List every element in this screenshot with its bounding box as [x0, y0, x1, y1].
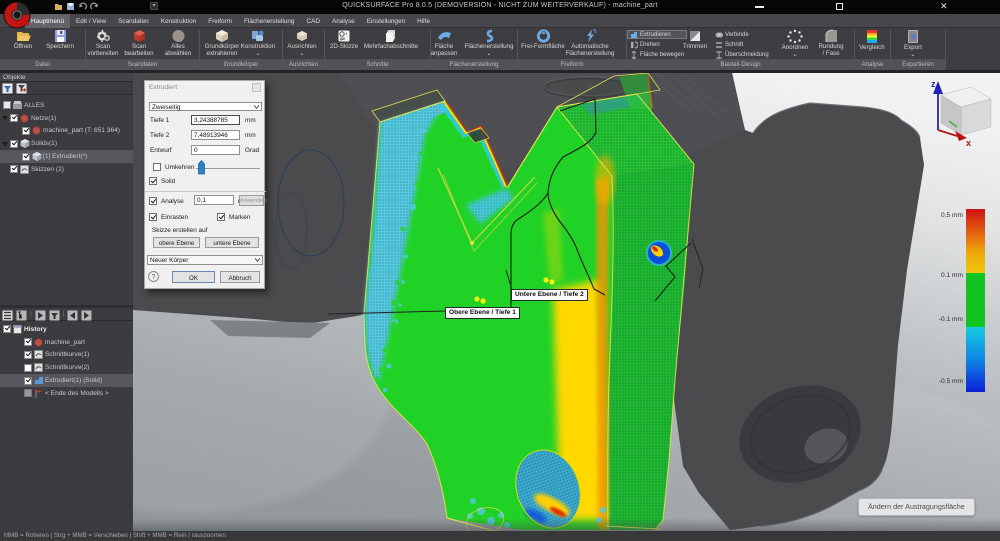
svg-text:z: z — [931, 79, 936, 89]
svg-text:x: x — [966, 138, 971, 148]
